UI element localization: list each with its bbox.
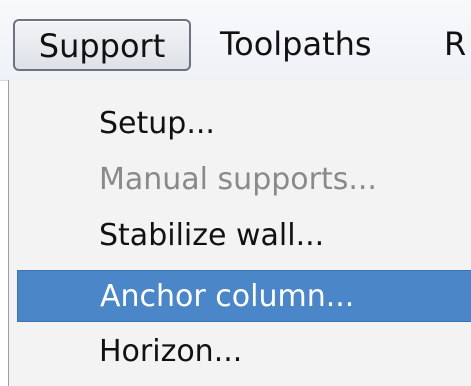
menu-item-stabilize-wall[interactable]: Stabilize wall... — [17, 210, 471, 262]
menu-support[interactable]: Support — [13, 19, 191, 71]
menu-item-anchor-column[interactable]: Anchor column... — [17, 270, 471, 322]
menu-item-horizon[interactable]: Horizon... — [17, 326, 471, 378]
menu-toolpaths[interactable]: Toolpaths — [220, 19, 372, 71]
menu-item-setup[interactable]: Setup... — [17, 98, 471, 150]
menu-item-manual-supports: Manual supports... — [99, 162, 377, 197]
menu-bar: Support Toolpaths R — [0, 0, 471, 81]
menu-clipped-next[interactable]: R — [444, 19, 466, 71]
support-dropdown-menu: Setup... Manual supports... Stabilize wa… — [8, 80, 471, 386]
